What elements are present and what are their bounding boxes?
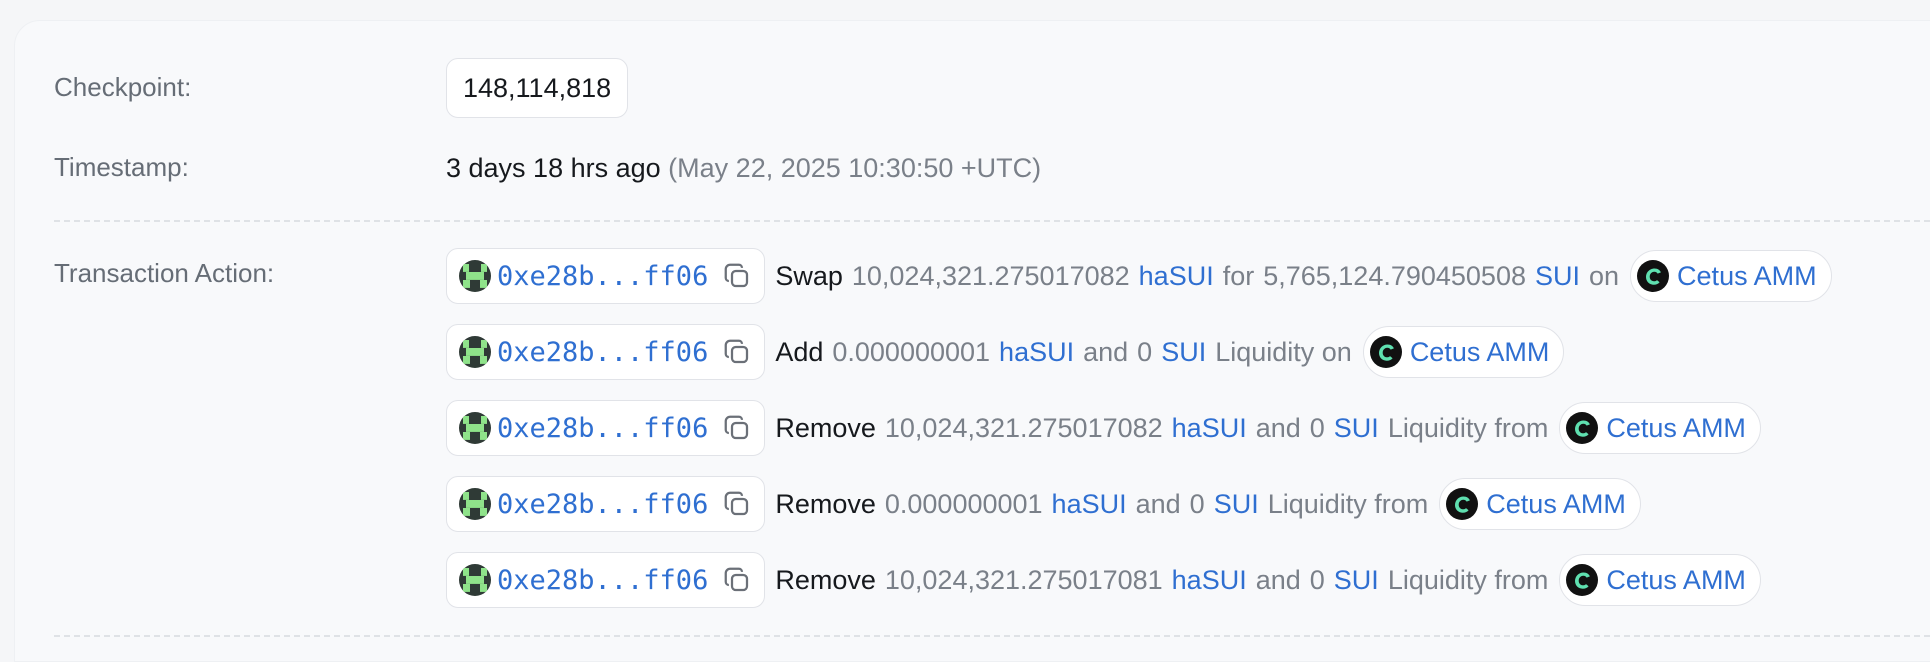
action-verb: Add	[775, 336, 824, 367]
pixel-avatar-icon	[459, 488, 491, 520]
timestamp-absolute: (May 22, 2025 10:30:50 +UTC)	[668, 153, 1042, 183]
sender-address[interactable]: 0xe28b...ff06	[497, 489, 708, 520]
pixel-avatar-icon	[459, 564, 491, 596]
amount-1: 10,024,321.275017082	[851, 260, 1130, 291]
sender-address-chip[interactable]: 0xe28b...ff06	[446, 476, 766, 532]
timestamp-label: Timestamp:	[54, 152, 189, 182]
section-divider-bottom	[54, 635, 1930, 637]
connector-text: and	[1083, 336, 1129, 367]
action-verb: Remove	[775, 412, 876, 443]
transaction-action-label: Transaction Action:	[54, 258, 275, 288]
checkpoint-label: Checkpoint:	[54, 72, 192, 102]
protocol-chip[interactable]: Cetus AMM	[1362, 326, 1565, 378]
pixel-avatar-icon	[459, 412, 491, 444]
protocol-chip[interactable]: Cetus AMM	[1439, 478, 1641, 530]
sender-address-chip[interactable]: 0xe28b...ff06	[446, 248, 766, 304]
timestamp-relative: 3 days 18 hrs ago	[446, 153, 661, 183]
sender-address[interactable]: 0xe28b...ff06	[497, 261, 708, 292]
amount-2: 0	[1189, 488, 1205, 519]
sender-address-chip[interactable]: 0xe28b...ff06	[446, 400, 766, 456]
cetus-logo-icon	[1446, 488, 1479, 520]
amount-1: 10,024,321.275017081	[884, 564, 1163, 595]
sender-address[interactable]: 0xe28b...ff06	[497, 413, 708, 444]
connector-text: for	[1222, 260, 1255, 291]
amount-2: 0	[1309, 412, 1325, 443]
token-1-link[interactable]: haSUI	[1172, 413, 1247, 444]
token-1-link[interactable]: haSUI	[999, 337, 1074, 368]
transaction-action-row: 0xe28b...ff06 Remove 10,024,321.27501708…	[446, 550, 1761, 610]
copy-icon[interactable]	[722, 261, 752, 291]
tail-text: Liquidity from	[1267, 488, 1429, 519]
amount-1: 0.000000001	[884, 488, 1043, 519]
action-verb: Swap	[775, 260, 843, 291]
action-description: Add 0.000000001 haSUI and 0 SUI Liquidit…	[775, 326, 1565, 378]
connector-text: and	[1255, 564, 1301, 595]
tail-text: Liquidity on	[1215, 336, 1352, 367]
protocol-name[interactable]: Cetus AMM	[1606, 413, 1746, 444]
protocol-chip[interactable]: Cetus AMM	[1559, 402, 1761, 454]
checkpoint-value: 148,114,818	[463, 72, 612, 103]
action-verb: Remove	[775, 564, 876, 595]
checkpoint-link[interactable]: 148,114,818	[446, 58, 629, 118]
copy-icon[interactable]	[722, 337, 752, 367]
section-divider	[54, 220, 1930, 222]
token-2-link[interactable]: SUI	[1535, 261, 1580, 292]
cetus-logo-icon	[1566, 564, 1599, 596]
amount-1: 10,024,321.275017082	[884, 412, 1163, 443]
token-1-link[interactable]: haSUI	[1052, 489, 1127, 520]
amount-1: 0.000000001	[832, 336, 991, 367]
sender-address-chip[interactable]: 0xe28b...ff06	[446, 324, 766, 380]
protocol-chip[interactable]: Cetus AMM	[1630, 250, 1832, 302]
token-2-link[interactable]: SUI	[1334, 565, 1379, 596]
sender-address-chip[interactable]: 0xe28b...ff06	[446, 552, 766, 608]
copy-icon[interactable]	[722, 489, 752, 519]
protocol-name[interactable]: Cetus AMM	[1677, 261, 1817, 292]
transaction-action-row: 0xe28b...ff06 Remove 10,024,321.27501708…	[446, 398, 1761, 458]
cetus-logo-icon	[1637, 260, 1670, 292]
amount-2: 0	[1309, 564, 1325, 595]
tail-text: on	[1589, 260, 1620, 291]
sender-address[interactable]: 0xe28b...ff06	[497, 565, 708, 596]
action-description: Remove 0.000000001 haSUI and 0 SUI Liqui…	[775, 478, 1641, 530]
tail-text: Liquidity from	[1387, 412, 1549, 443]
amount-2: 5,765,124.790450508	[1263, 260, 1526, 291]
action-description: Swap 10,024,321.275017082 haSUI for 5,76…	[775, 250, 1832, 302]
copy-icon[interactable]	[722, 565, 752, 595]
token-2-link[interactable]: SUI	[1214, 489, 1259, 520]
action-verb: Remove	[775, 488, 876, 519]
token-2-link[interactable]: SUI	[1161, 337, 1206, 368]
connector-text: and	[1135, 488, 1181, 519]
transaction-action-row: 0xe28b...ff06 Add 0.000000001 haSUI and …	[446, 322, 1565, 382]
protocol-chip[interactable]: Cetus AMM	[1559, 554, 1761, 606]
cetus-logo-icon	[1369, 336, 1402, 368]
token-1-link[interactable]: haSUI	[1172, 565, 1247, 596]
token-2-link[interactable]: SUI	[1334, 413, 1379, 444]
amount-2: 0	[1137, 336, 1153, 367]
pixel-avatar-icon	[459, 260, 491, 292]
token-1-link[interactable]: haSUI	[1139, 261, 1214, 292]
tail-text: Liquidity from	[1387, 564, 1549, 595]
copy-icon[interactable]	[722, 413, 752, 443]
pixel-avatar-icon	[459, 336, 491, 368]
cetus-logo-icon	[1566, 412, 1599, 444]
protocol-name[interactable]: Cetus AMM	[1606, 565, 1746, 596]
sender-address[interactable]: 0xe28b...ff06	[497, 337, 708, 368]
timestamp-value: 3 days 18 hrs ago (May 22, 2025 10:30:50…	[446, 150, 1041, 186]
connector-text: and	[1255, 412, 1301, 443]
transaction-action-row: 0xe28b...ff06 Remove 0.000000001 haSUI a…	[446, 474, 1641, 534]
protocol-name[interactable]: Cetus AMM	[1486, 489, 1626, 520]
transaction-action-row: 0xe28b...ff06 Swap 10,024,321.275017082 …	[446, 246, 1832, 306]
protocol-name[interactable]: Cetus AMM	[1410, 337, 1550, 368]
action-description: Remove 10,024,321.275017082 haSUI and 0 …	[775, 402, 1761, 454]
action-description: Remove 10,024,321.275017081 haSUI and 0 …	[775, 554, 1761, 606]
